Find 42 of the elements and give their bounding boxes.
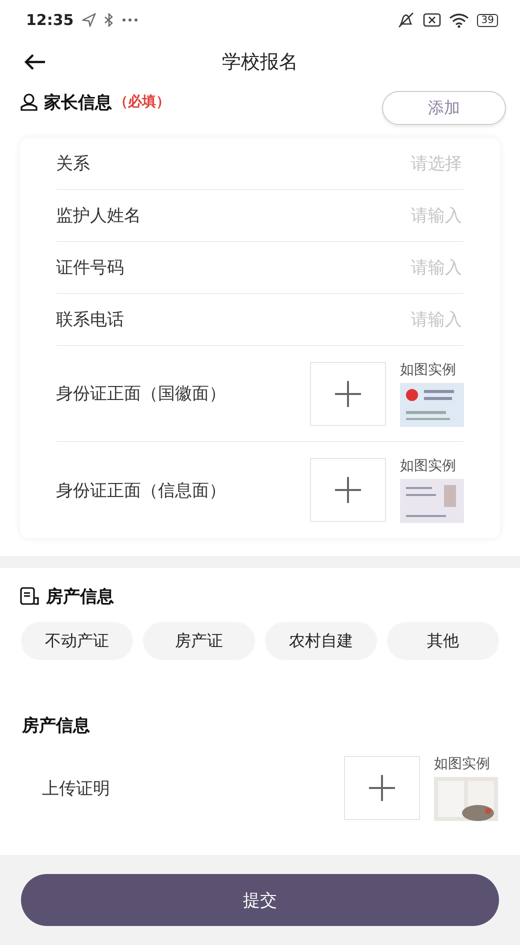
- required-note: （必填）: [114, 93, 170, 111]
- field-label: 上传证明: [42, 778, 111, 800]
- submit-button[interactable]: 提交: [21, 874, 499, 926]
- bluetooth-icon: [104, 13, 114, 27]
- section-title: 房产信息: [46, 586, 114, 608]
- battery-level: 39: [477, 14, 498, 26]
- wifi-icon: [449, 12, 470, 28]
- input-field[interactable]: 请输入: [344, 204, 464, 226]
- mute-bell-icon: [397, 12, 416, 28]
- example-label: 如图实例: [434, 755, 491, 773]
- person-icon: [20, 93, 38, 111]
- page-title: 学校报名: [222, 50, 298, 75]
- field-label: 身份证正面（国徽面）: [56, 383, 227, 405]
- field-label: 身份证正面（信息面）: [56, 480, 227, 502]
- example-label: 如图实例: [400, 457, 457, 475]
- input-field[interactable]: 请输入: [344, 256, 464, 278]
- section-title: 家长信息: [44, 92, 112, 114]
- plus-icon: [368, 774, 396, 802]
- upload-button[interactable]: [310, 458, 386, 522]
- subsection-title: 房产信息: [20, 715, 91, 737]
- input-field[interactable]: 请选择: [344, 152, 464, 174]
- example-label: 如图实例: [400, 360, 457, 378]
- upload-button[interactable]: [344, 756, 420, 820]
- option-chip[interactable]: 农村自建: [265, 622, 377, 660]
- plus-icon: [334, 476, 362, 504]
- field-label: 证件号码: [56, 257, 125, 279]
- location-icon: [82, 13, 96, 27]
- input-field[interactable]: 请输入: [344, 308, 464, 330]
- field-label: 监护人姓名: [56, 205, 142, 227]
- option-chip[interactable]: 不动产证: [21, 622, 133, 660]
- sim-icon: [423, 13, 442, 27]
- option-chip[interactable]: 房产证: [143, 622, 255, 660]
- option-chip[interactable]: 其他: [387, 622, 499, 660]
- plus-icon: [334, 380, 362, 408]
- more-icon: [122, 18, 138, 22]
- add-button[interactable]: 添加: [382, 91, 506, 125]
- status-time: 12:35: [26, 11, 74, 29]
- field-label: 联系电话: [56, 309, 125, 331]
- document-icon: [20, 587, 40, 605]
- upload-button[interactable]: [310, 362, 386, 426]
- field-label: 关系: [56, 153, 91, 175]
- back-arrow-icon[interactable]: [24, 53, 46, 71]
